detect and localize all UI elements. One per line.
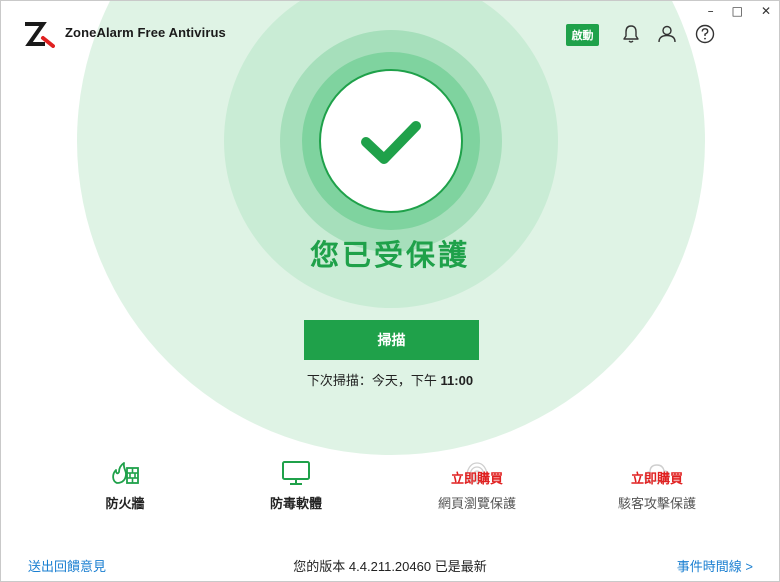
title-bar: – □ ✕ bbox=[1, 1, 779, 41]
protection-status: 您已受保護 bbox=[309, 240, 470, 272]
feature-label: 駭客攻擊保護 bbox=[617, 496, 696, 511]
checkmark-icon bbox=[361, 121, 421, 164]
next-scan-prefix: 下次掃描：今天，下午 bbox=[306, 373, 441, 388]
window-controls: – □ ✕ bbox=[708, 5, 771, 17]
event-timeline-link[interactable]: 事件時間線 > bbox=[677, 556, 753, 575]
close-button[interactable]: ✕ bbox=[761, 5, 771, 17]
feature-label: 防毒軟體 bbox=[269, 496, 322, 511]
maximize-button[interactable]: □ bbox=[732, 5, 743, 17]
firewall-icon bbox=[112, 462, 139, 484]
feature-label: 防火牆 bbox=[105, 496, 145, 511]
minimize-button[interactable]: – bbox=[708, 5, 714, 17]
monitor-icon bbox=[282, 461, 310, 485]
version-status: 您的版本 4.4.211.20460 已是最新 bbox=[293, 559, 487, 574]
feature-label: 網頁瀏覽保護 bbox=[437, 496, 516, 511]
feature-antivirus[interactable]: 防毒軟體 bbox=[221, 459, 371, 512]
next-scan-time: 11:00 bbox=[440, 373, 474, 388]
feature-hacker-protection[interactable]: 立即購買 駭客攻擊保護 bbox=[582, 459, 732, 512]
feature-web-protection[interactable]: 立即購買 網頁瀏覽保護 bbox=[402, 459, 552, 512]
app-window: – □ ✕ ZoneAlarm Free Antivirus 啟動 您已受保護 … bbox=[0, 0, 780, 582]
next-scan-info: 下次掃描：今天，下午 11:00 bbox=[1, 370, 779, 389]
buy-now-label[interactable]: 立即購買 bbox=[582, 468, 732, 487]
feature-firewall[interactable]: 防火牆 bbox=[50, 459, 200, 512]
scan-button[interactable]: 掃描 bbox=[304, 320, 479, 360]
buy-now-label[interactable]: 立即購買 bbox=[402, 468, 552, 487]
